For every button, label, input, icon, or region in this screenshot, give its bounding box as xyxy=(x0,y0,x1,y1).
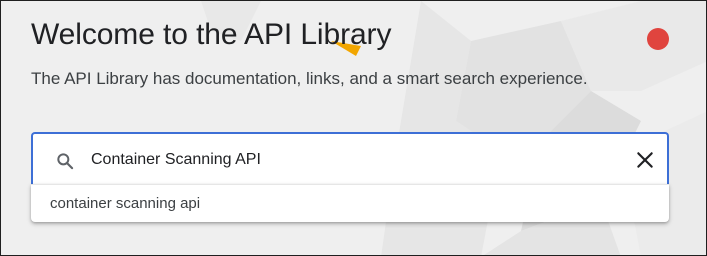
page-subtitle: The API Library has documentation, links… xyxy=(31,69,588,88)
search-input[interactable] xyxy=(91,146,611,174)
search-box[interactable] xyxy=(31,132,669,184)
suggestion-item[interactable]: container scanning api xyxy=(31,185,669,223)
search-icon xyxy=(57,153,74,170)
search-suggestions: container scanning api xyxy=(31,184,669,222)
recording-indicator xyxy=(647,28,669,50)
close-icon[interactable] xyxy=(635,150,655,170)
page-title: Welcome to the API Library xyxy=(31,18,392,51)
api-library-page: Welcome to the API Library The API Libra… xyxy=(0,0,707,256)
